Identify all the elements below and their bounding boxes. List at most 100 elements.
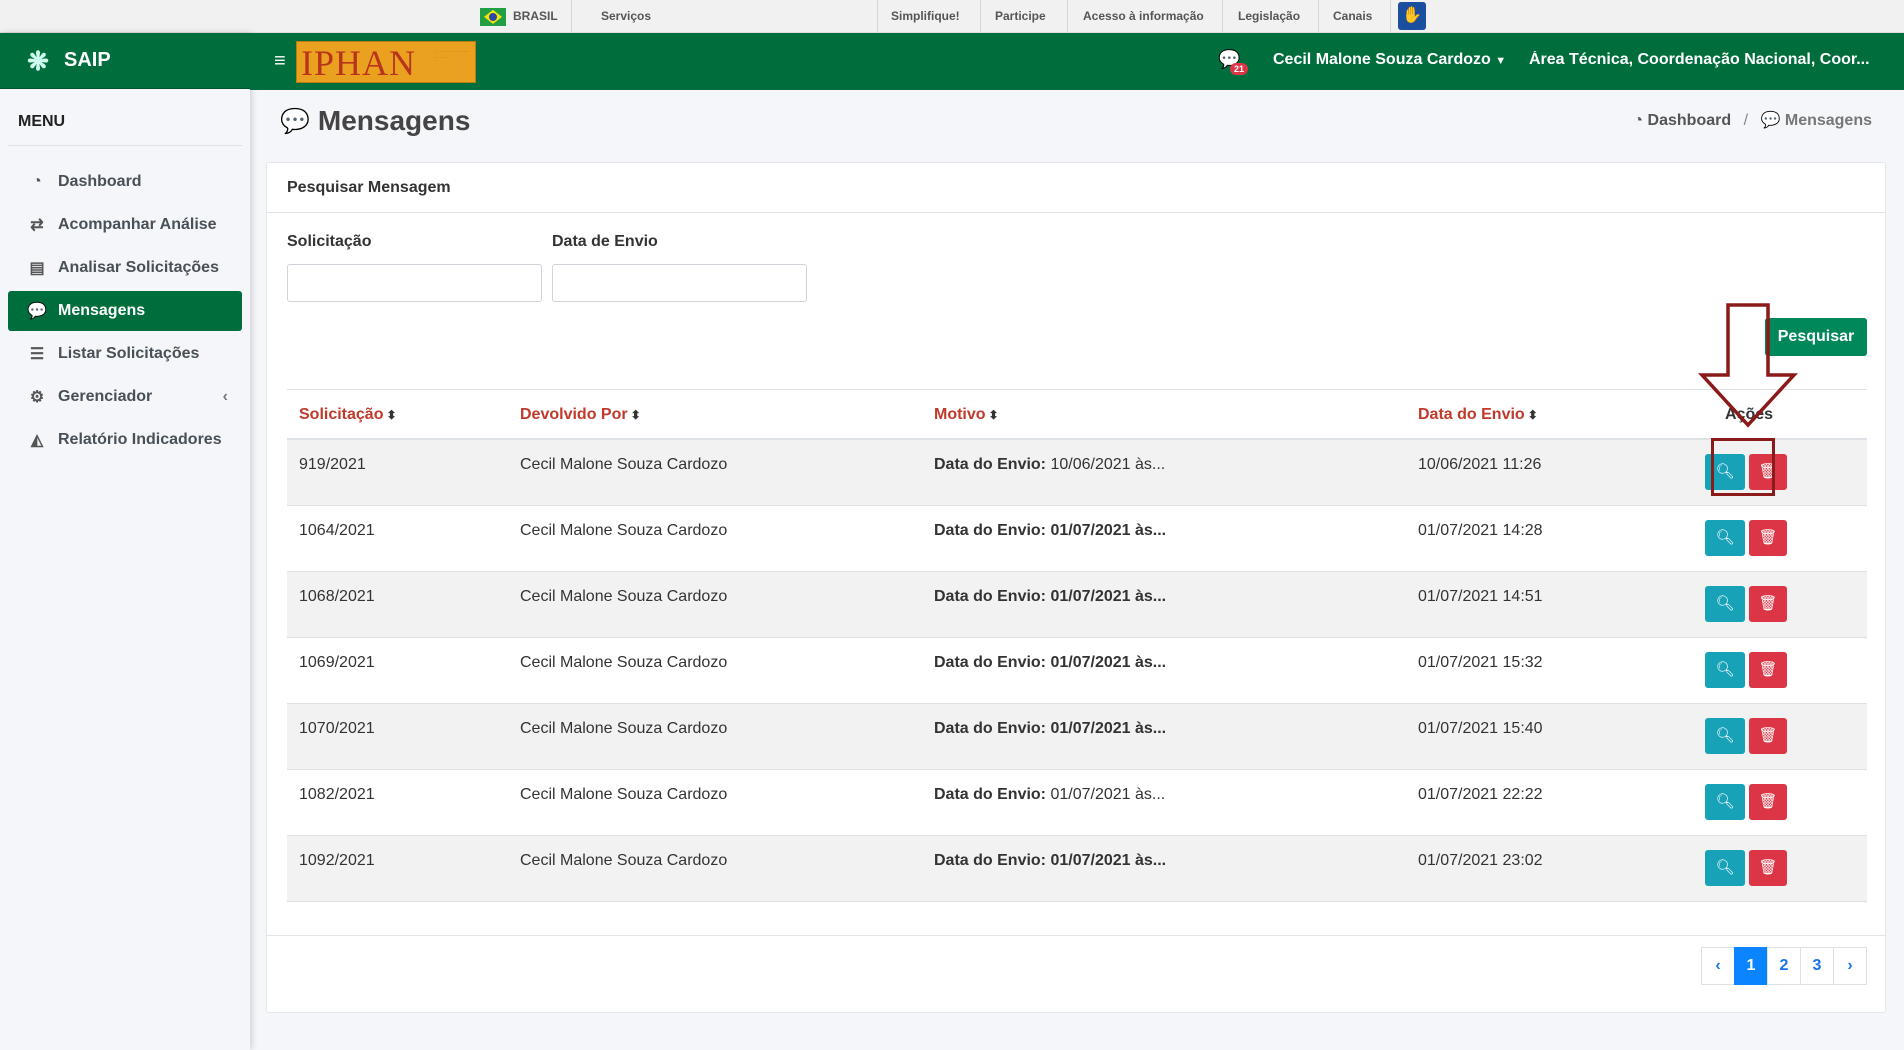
- iphan-logo[interactable]: IPHAN . . . . . . . . . . . . . . . . . …: [296, 41, 476, 83]
- view-button[interactable]: 🔍︎: [1705, 784, 1745, 820]
- th-motivo[interactable]: Motivo ⬍: [934, 406, 999, 424]
- saip-logo-icon: ❋: [27, 45, 49, 76]
- cell-solicitacao: 1070/2021: [299, 720, 375, 737]
- pagination-next[interactable]: ›: [1833, 947, 1867, 985]
- annotation-arrow-icon: [1698, 303, 1798, 428]
- trash-icon: 🗑︎: [1758, 661, 1778, 678]
- sidebar-item-gerenciador[interactable]: ⚙ Gerenciador ‹: [8, 377, 242, 417]
- sidebar-item-analisar-solicitacoes[interactable]: ▤ Analisar Solicitações: [8, 248, 242, 288]
- sidebar-item-listar-solicitacoes[interactable]: ☰ Listar Solicitações: [8, 334, 242, 374]
- pagination-prev[interactable]: ‹: [1701, 947, 1735, 985]
- table-row: 1069/2021 Cecil Malone Souza Cardozo Data …: [287, 638, 1867, 704]
- dashboard-icon: ◔: [32, 173, 42, 190]
- table-row: 1082/2021 Cecil Malone Souza Cardozo Data …: [287, 770, 1867, 836]
- chevron-left-icon: ‹: [222, 388, 228, 405]
- search-icon: 🔍︎: [1715, 859, 1735, 876]
- breadcrumb-dashboard[interactable]: Dashboard: [1648, 112, 1732, 129]
- hamburger-menu-icon[interactable]: ≡: [274, 50, 286, 73]
- solicitacao-label: Solicitação: [287, 233, 372, 250]
- th-devolvido-por[interactable]: Devolvido Por ⬍: [520, 406, 641, 424]
- cell-solicitacao: 1064/2021: [299, 522, 375, 539]
- acesso-informacao-link[interactable]: Acesso à informação: [1083, 0, 1204, 32]
- simplifique-link[interactable]: Simplifique!: [891, 0, 960, 32]
- sidebar-item-acompanhar-analise[interactable]: ⇄ Acompanhar Análise: [8, 205, 242, 245]
- pagination-page-3[interactable]: 3: [1800, 947, 1834, 985]
- brand-name: SAIP: [64, 49, 111, 71]
- pagination-page-2[interactable]: 2: [1767, 947, 1801, 985]
- table-row: 1064/2021 Cecil Malone Souza Cardozo Data …: [287, 506, 1867, 572]
- delete-button[interactable]: 🗑︎: [1749, 784, 1787, 820]
- search-icon: 🔍︎: [1715, 529, 1735, 546]
- view-button[interactable]: 🔍︎: [1705, 520, 1745, 556]
- caret-down-icon: ▼: [1495, 55, 1507, 67]
- cell-data-envio: 01/07/2021 22:22: [1418, 786, 1543, 803]
- legislacao-link[interactable]: Legislação: [1238, 0, 1300, 32]
- search-icon: 🔍︎: [1715, 727, 1735, 744]
- trash-icon: 🗑︎: [1758, 793, 1778, 810]
- annotation-highlight-box: [1711, 438, 1775, 496]
- brasil-link[interactable]: BRASIL: [480, 0, 558, 32]
- view-button[interactable]: 🔍︎: [1705, 850, 1745, 886]
- cell-motivo: Data do Envio: 01/07/2021 às...: [934, 588, 1167, 605]
- cell-motivo: Data do Envio: 01/07/2021 às...: [934, 522, 1167, 539]
- th-data-envio[interactable]: Data do Envio ⬍: [1418, 406, 1538, 424]
- sidebar-item-dashboard[interactable]: ◔ Dashboard: [8, 162, 242, 202]
- cell-data-envio: 01/07/2021 14:51: [1418, 588, 1543, 605]
- cell-solicitacao: 919/2021: [299, 456, 366, 473]
- cell-motivo: Data do Envio: 01/07/2021 às...: [934, 654, 1167, 671]
- top-header: ≡ IPHAN . . . . . . . . . . . . . . . . …: [250, 33, 1904, 90]
- cell-solicitacao: 1069/2021: [299, 654, 375, 671]
- sort-icon: ⬍: [988, 408, 999, 422]
- sidebar-item-relatorio-indicadores[interactable]: ◭ Relatório Indicadores: [8, 420, 242, 460]
- delete-button[interactable]: 🗑︎: [1749, 718, 1787, 754]
- cell-devolvido-por: Cecil Malone Souza Cardozo: [520, 720, 728, 737]
- table-row: 1068/2021 Cecil Malone Souza Cardozo Data …: [287, 572, 1867, 638]
- view-button[interactable]: 🔍︎: [1705, 652, 1745, 688]
- cogs-icon: ⚙: [29, 389, 45, 406]
- delete-button[interactable]: 🗑︎: [1749, 652, 1787, 688]
- th-solicitacao[interactable]: Solicitação ⬍: [299, 406, 397, 424]
- cell-data-envio: 01/07/2021 23:02: [1418, 852, 1543, 869]
- cell-solicitacao: 1082/2021: [299, 786, 375, 803]
- trash-icon: 🗑︎: [1758, 529, 1778, 546]
- cell-solicitacao: 1068/2021: [299, 588, 375, 605]
- cell-motivo: Data do Envio: 01/07/2021 às...: [934, 786, 1166, 803]
- delete-button[interactable]: 🗑︎: [1749, 586, 1787, 622]
- accessibility-hand-icon[interactable]: ✋: [1398, 2, 1426, 30]
- table-row: 1092/2021 Cecil Malone Souza Cardozo Data …: [287, 836, 1867, 902]
- servicos-link[interactable]: Serviços: [601, 0, 651, 32]
- cell-data-envio: 10/06/2021 11:26: [1418, 456, 1542, 473]
- list-icon: ☰: [29, 346, 45, 363]
- sort-icon: ⬍: [1527, 408, 1538, 422]
- canais-link[interactable]: Canais: [1333, 0, 1372, 32]
- cell-solicitacao: 1092/2021: [299, 852, 375, 869]
- search-icon: 🔍︎: [1715, 595, 1735, 612]
- view-button[interactable]: 🔍︎: [1705, 718, 1745, 754]
- view-button[interactable]: 🔍︎: [1705, 586, 1745, 622]
- solicitacao-input[interactable]: [287, 264, 542, 302]
- cell-devolvido-por: Cecil Malone Souza Cardozo: [520, 588, 728, 605]
- delete-button[interactable]: 🗑︎: [1749, 850, 1787, 886]
- cell-devolvido-por: Cecil Malone Souza Cardozo: [520, 456, 728, 473]
- user-dropdown[interactable]: Cecil Malone Souza Cardozo ▼: [1273, 51, 1506, 69]
- brazil-flag-icon: [480, 7, 506, 26]
- sort-icon: ⬍: [630, 408, 641, 422]
- cell-data-envio: 01/07/2021 14:28: [1418, 522, 1543, 539]
- table-row: 1070/2021 Cecil Malone Souza Cardozo Data …: [287, 704, 1867, 770]
- exchange-icon: ⇄: [30, 217, 44, 234]
- sidebar: ❋ SAIP MENU ◔ Dashboard ⇄ Acompanhar Análi…: [0, 33, 250, 1050]
- messages-table: Solicitação ⬍ Devolvido Por ⬍ Motivo ⬍ Data…: [287, 389, 1867, 902]
- data-envio-input[interactable]: [552, 264, 807, 302]
- sort-icon: ⬍: [386, 408, 397, 422]
- comments-icon: 💬: [27, 303, 47, 320]
- gov-bar: BRASIL Serviços Simplifique! Participe A…: [0, 0, 1904, 33]
- search-icon: 🔍︎: [1715, 793, 1735, 810]
- cell-motivo: Data do Envio: 10/06/2021 às...: [934, 456, 1166, 473]
- brand[interactable]: ❋ SAIP: [0, 33, 250, 89]
- delete-button[interactable]: 🗑︎: [1749, 520, 1787, 556]
- sidebar-item-mensagens[interactable]: 💬 Mensagens: [8, 291, 242, 331]
- sidebar-nav: ◔ Dashboard ⇄ Acompanhar Análise ▤ Analisar…: [0, 146, 250, 460]
- participe-link[interactable]: Participe: [995, 0, 1046, 32]
- pagination-page-1[interactable]: 1: [1734, 947, 1768, 985]
- breadcrumb-mensagens: Mensagens: [1784, 112, 1872, 129]
